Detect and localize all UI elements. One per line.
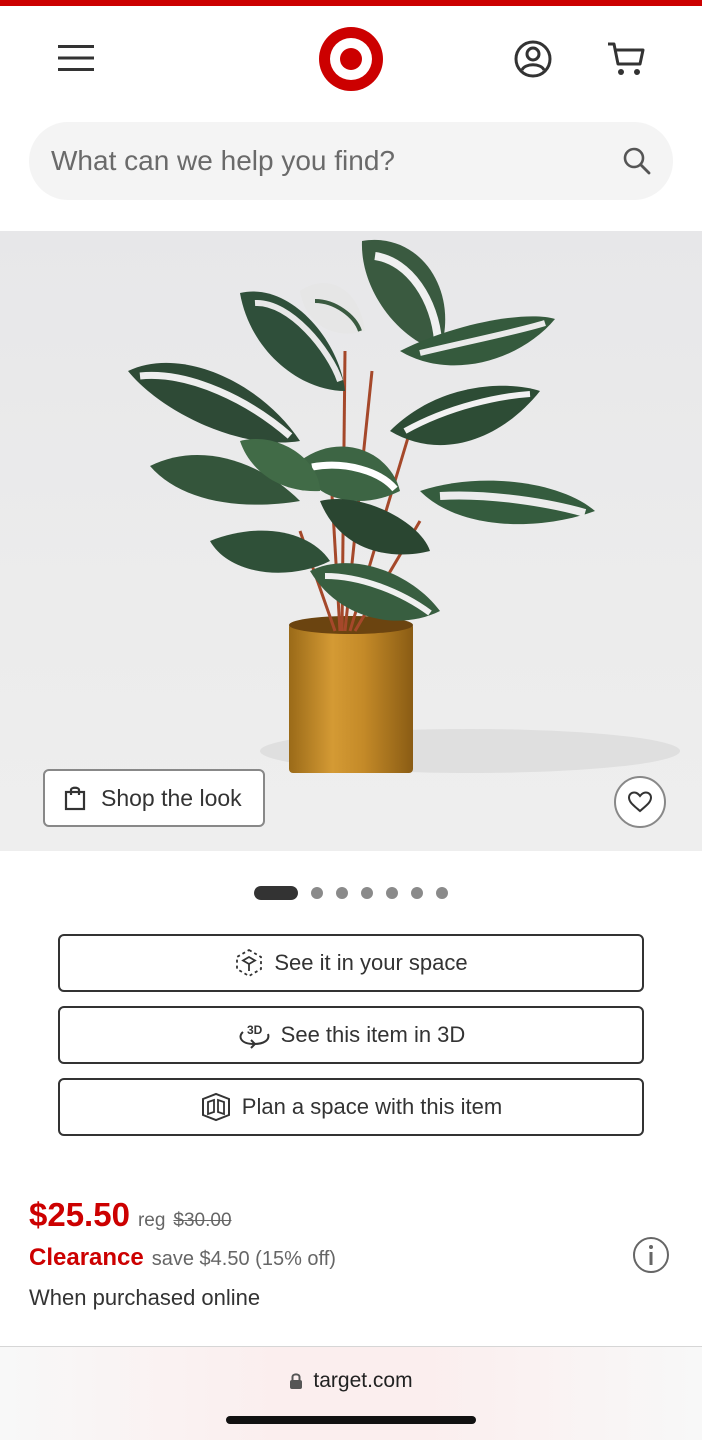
home-indicator[interactable] — [226, 1416, 476, 1424]
carousel-dot[interactable] — [411, 887, 423, 899]
room-plan-icon — [201, 1092, 230, 1122]
see-it-in-your-space-label: See it in your space — [274, 950, 468, 975]
info-icon — [633, 1237, 669, 1273]
see-it-in-your-space-button[interactable]: See it in your space — [58, 934, 644, 992]
plant-in-gold-pot-image — [128, 239, 680, 773]
url-text: target.com — [313, 1369, 413, 1392]
price-row: $25.50 reg $30.00 — [29, 1196, 232, 1234]
plan-a-space-button[interactable]: Plan a space with this item — [58, 1078, 644, 1136]
svg-text:3D: 3D — [247, 1023, 263, 1037]
purchase-note: When purchased online — [29, 1285, 261, 1310]
carousel-dot[interactable] — [336, 887, 348, 899]
hamburger-menu-icon — [58, 45, 94, 71]
ar-cube-icon — [236, 948, 263, 978]
cart-button[interactable] — [600, 34, 652, 84]
clearance-badge: Clearance — [29, 1244, 144, 1271]
carousel-dot[interactable] — [311, 887, 323, 899]
lock-icon — [290, 1373, 303, 1389]
carousel-dot[interactable] — [254, 886, 298, 900]
see-in-3d-label: See this item in 3D — [280, 1022, 466, 1047]
search-input[interactable] — [51, 122, 611, 200]
carousel-dot[interactable] — [361, 887, 373, 899]
3d-rotate-icon: 3D — [239, 1023, 270, 1049]
carousel-dot[interactable] — [386, 887, 398, 899]
carousel-dot[interactable] — [436, 887, 448, 899]
account-button[interactable] — [508, 34, 558, 84]
account-icon — [514, 40, 552, 78]
shop-the-look-button[interactable]: Shop the look — [43, 769, 265, 827]
shopping-bag-icon — [64, 786, 86, 811]
search-icon — [623, 147, 651, 175]
regular-price: $30.00 — [173, 1210, 232, 1231]
search-bar — [29, 122, 673, 200]
browser-address-bar: target.com — [0, 1346, 702, 1440]
see-in-3d-button[interactable]: 3D See this item in 3D — [58, 1006, 644, 1064]
target-logo[interactable] — [318, 26, 384, 92]
savings-text: save $4.50 (15% off) — [151, 1248, 336, 1270]
cart-icon — [608, 42, 645, 75]
carousel-pagination — [0, 884, 702, 902]
plan-a-space-label: Plan a space with this item — [241, 1094, 503, 1119]
reg-label: reg — [137, 1210, 166, 1231]
clearance-row: Clearance save $4.50 (15% off) — [29, 1244, 336, 1272]
price-info-button[interactable] — [632, 1236, 670, 1274]
url-field[interactable]: target.com — [0, 1369, 702, 1393]
heart-icon — [627, 791, 653, 813]
search-button[interactable] — [616, 140, 658, 182]
product-image[interactable] — [0, 231, 702, 851]
favorite-button[interactable] — [614, 776, 666, 828]
target-bullseye-logo — [319, 27, 383, 91]
current-price: $25.50 — [29, 1196, 130, 1233]
menu-button[interactable] — [50, 34, 102, 82]
shop-the-look-label: Shop the look — [101, 784, 242, 811]
